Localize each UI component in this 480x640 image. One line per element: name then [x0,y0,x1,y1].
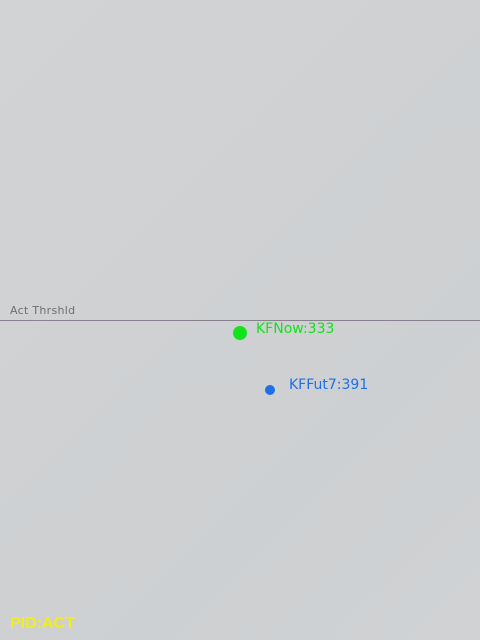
camera-view: Act Thrshld KFNow:333 KFFut7:391 PID:ACT [0,0,480,640]
kf-now-marker-dot [233,326,247,340]
kf-now-marker-label: KFNow:333 [256,321,335,337]
kf-future-marker-label: KFFut7:391 [289,377,369,393]
pid-status-text: PID:ACT [10,615,75,632]
action-threshold-line [0,320,480,321]
action-threshold-label: Act Thrshld [10,304,76,317]
kf-future-marker-dot [265,385,275,395]
